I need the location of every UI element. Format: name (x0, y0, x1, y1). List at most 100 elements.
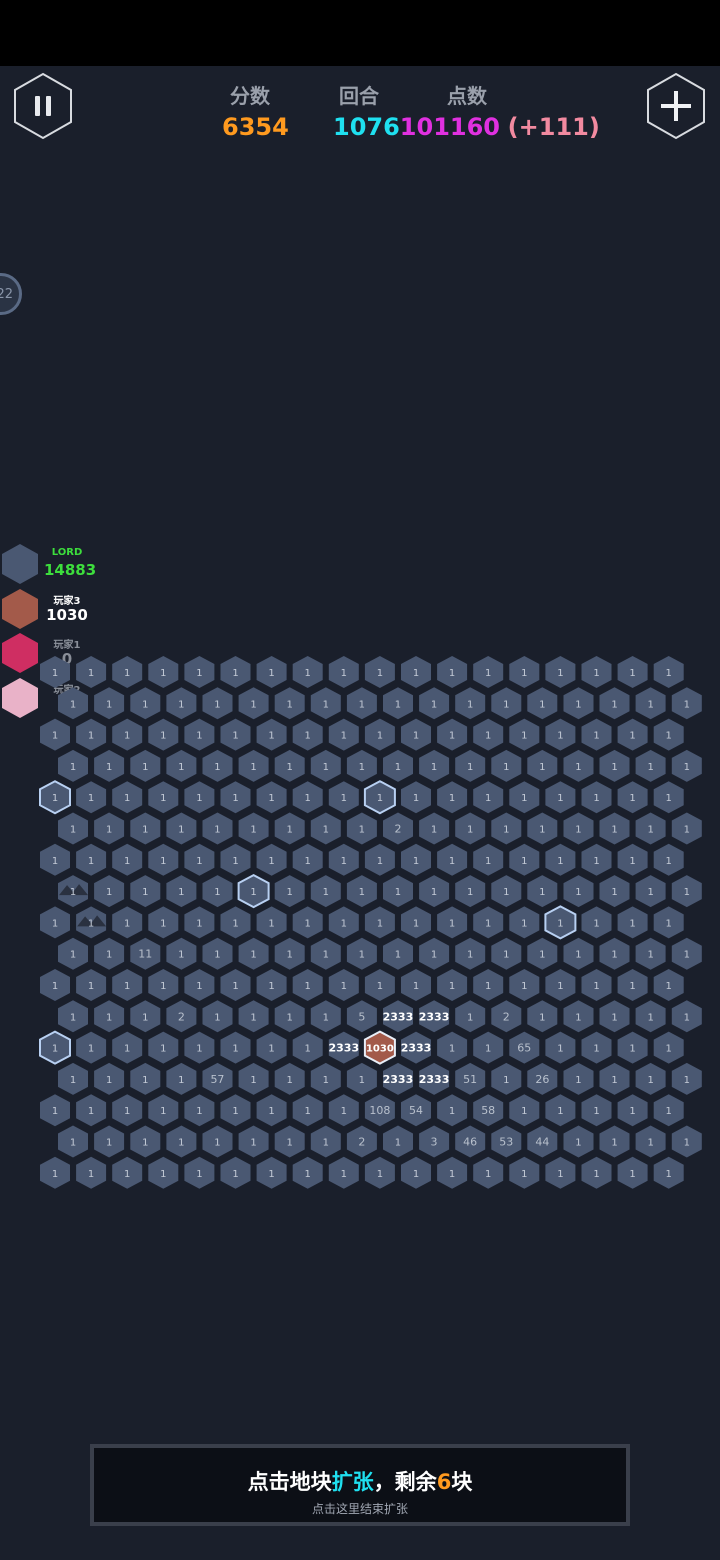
hex-tile[interactable]: 1 (346, 812, 377, 845)
hex-tile[interactable]: 1 (653, 718, 684, 751)
hex-tile[interactable]: 1 (292, 656, 323, 688)
hex-tile[interactable]: 2 (346, 1125, 377, 1158)
hex-tile[interactable]: 1 (617, 1094, 648, 1127)
hex-tile[interactable]: 1 (599, 749, 630, 782)
hex-tile[interactable]: 1 (58, 937, 88, 970)
hex-tile[interactable]: 1 (184, 718, 215, 751)
hex-tile[interactable]: 1 (437, 656, 468, 688)
hex-tile[interactable]: 1 (635, 749, 666, 782)
hex-tile[interactable]: 1 (274, 937, 305, 970)
hex-tile[interactable]: 1 (238, 749, 269, 782)
hex-tile[interactable]: 1 (220, 843, 251, 876)
hex-tile[interactable]: 1 (509, 656, 540, 688)
hex-tile[interactable]: 1 (653, 969, 684, 1001)
hex-tile[interactable]: 1 (274, 687, 305, 720)
hex-tile[interactable]: 1 (148, 656, 179, 688)
hex-tile[interactable]: 1 (364, 843, 395, 876)
hex-tile[interactable]: 1 (527, 687, 558, 720)
hex-tile[interactable]: 57 (202, 1062, 233, 1095)
hex-tile[interactable]: 1 (635, 1062, 666, 1095)
hex-tile[interactable]: 1 (166, 875, 197, 908)
hex-tile[interactable]: 1 (383, 937, 413, 970)
hex-tile[interactable]: 1 (76, 906, 107, 939)
hex-tile[interactable]: 1 (581, 843, 612, 876)
hex-tile[interactable]: 1 (220, 781, 251, 814)
hex-tile[interactable]: 1 (617, 656, 648, 688)
hex-tile[interactable]: 1 (617, 906, 648, 939)
hex-tile[interactable]: 1 (94, 749, 125, 782)
hex-tile[interactable]: 1 (112, 1031, 143, 1064)
hex-tile[interactable]: 1 (40, 656, 70, 688)
hex-tile[interactable]: 1 (581, 1031, 612, 1064)
hex-tile[interactable]: 1 (238, 1125, 269, 1158)
hex-tile[interactable]: 1 (202, 1125, 233, 1158)
hex-tile[interactable]: 1 (437, 969, 468, 1001)
hex-tile[interactable]: 1 (563, 875, 594, 908)
outpost-tile[interactable]: 1 (39, 780, 71, 815)
hex-tile[interactable]: 26 (527, 1062, 558, 1095)
hex-tile[interactable]: 1 (545, 1156, 576, 1189)
hex-tile[interactable]: 1 (58, 687, 88, 720)
hex-tile[interactable]: 11 (130, 937, 161, 970)
hex-tile[interactable]: 1 (238, 1000, 269, 1033)
player-entry[interactable]: LORD 14883 (0, 542, 110, 586)
hex-tile[interactable]: 1 (455, 1000, 486, 1033)
hex-tile[interactable]: 1 (473, 656, 504, 688)
hex-tile[interactable]: 1 (292, 906, 323, 939)
hex-tile[interactable]: 1 (184, 1156, 215, 1189)
hex-tile[interactable]: 1 (94, 687, 125, 720)
hex-tile[interactable]: 1 (491, 749, 522, 782)
hex-tile[interactable]: 1 (346, 749, 377, 782)
hex-tile[interactable]: 1 (545, 1094, 576, 1127)
hex-tile[interactable]: 1 (653, 1094, 684, 1127)
hex-tile[interactable]: 1 (40, 1094, 70, 1127)
end-expand-hint[interactable]: 点击这里结束扩张 (94, 1500, 626, 1517)
hex-tile[interactable]: 1 (653, 843, 684, 876)
hex-tile[interactable]: 1 (184, 1094, 215, 1127)
hex-tile[interactable]: 1 (40, 969, 70, 1001)
hex-tile[interactable]: 1 (581, 1156, 612, 1189)
hex-tile[interactable]: 1 (184, 843, 215, 876)
hex-tile[interactable]: 1 (635, 1125, 666, 1158)
hex-tile[interactable]: 1 (419, 687, 450, 720)
add-button[interactable] (646, 72, 706, 140)
hex-tile[interactable]: 1 (202, 812, 233, 845)
hex-tile[interactable]: 1 (527, 1000, 558, 1033)
hex-tile[interactable]: 1 (58, 1000, 88, 1033)
hex-tile[interactable]: 1 (527, 812, 558, 845)
hex-tile[interactable]: 1 (383, 687, 413, 720)
player-home-tile[interactable]: 1030 (363, 1030, 396, 1065)
hex-tile[interactable]: 1 (509, 843, 540, 876)
hex-tile[interactable]: 1 (310, 687, 341, 720)
hex-tile[interactable]: 1 (581, 1094, 612, 1127)
hex-tile[interactable]: 2333 (383, 1000, 414, 1033)
hex-tile[interactable]: 1 (58, 812, 88, 845)
hex-tile[interactable]: 1 (256, 906, 287, 939)
hex-tile[interactable]: 1 (617, 781, 648, 814)
hex-tile[interactable]: 1 (473, 843, 504, 876)
hex-tile[interactable]: 1 (653, 656, 684, 688)
hex-tile[interactable]: 1 (437, 843, 468, 876)
hex-tile[interactable]: 1 (653, 781, 684, 814)
hex-tile[interactable]: 1 (401, 969, 431, 1001)
hex-tile[interactable]: 1 (599, 812, 630, 845)
hex-tile[interactable]: 1 (437, 1156, 468, 1189)
hex-tile[interactable]: 1 (292, 843, 323, 876)
hex-tile[interactable]: 1 (148, 1094, 179, 1127)
hex-tile[interactable]: 1 (130, 812, 161, 845)
hex-tile[interactable]: 1 (112, 656, 143, 688)
hex-tile[interactable]: 1 (310, 1000, 341, 1033)
hex-tile[interactable]: 2 (166, 1000, 197, 1033)
hex-tile[interactable]: 1 (671, 812, 702, 845)
hex-tile[interactable]: 1 (76, 969, 107, 1001)
hex-tile[interactable]: 1 (130, 1062, 161, 1095)
pause-button[interactable] (13, 72, 73, 140)
hex-tile[interactable]: 1 (184, 969, 215, 1001)
hex-tile[interactable]: 1 (310, 749, 341, 782)
hex-tile[interactable]: 2333 (419, 1000, 450, 1033)
hex-tile[interactable]: 1 (220, 656, 251, 688)
hex-tile[interactable]: 1 (473, 1031, 504, 1064)
hex-tile[interactable]: 1 (473, 1156, 504, 1189)
hex-tile[interactable]: 1 (202, 1000, 233, 1033)
hex-tile[interactable]: 1 (581, 656, 612, 688)
